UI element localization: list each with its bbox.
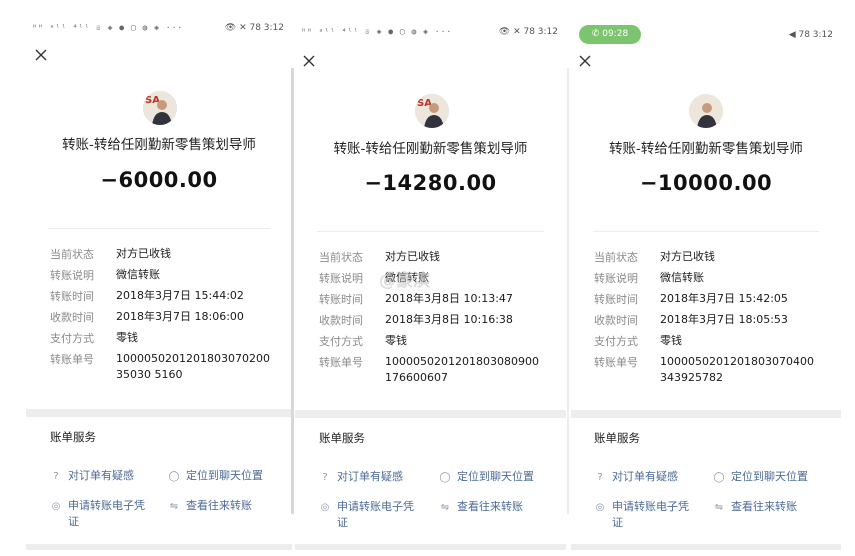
close-icon[interactable] [578,54,594,70]
view-transfers-link[interactable]: ⇋ 查看往来转账 [168,498,274,515]
screenshot-separator [291,68,294,514]
transfer-arrows-icon: ⇋ [714,502,724,513]
question-circle-icon: ? [597,472,603,483]
question-order-link[interactable]: ? 对订单有疑感 [50,468,156,485]
transfer-amount: −10000.00 [639,171,773,195]
detail-label: 支付方式 [594,335,638,348]
locate-chat-link[interactable]: ◯ 定位到聊天位置 [439,469,545,486]
detail-label: 收款时间 [594,314,638,327]
detail-value: 2018年3月7日 15:44:02 [116,289,244,302]
detail-label: 当前状态 [319,251,363,264]
detail-label: 转账说明 [594,272,638,285]
status-icons-left: ᵸᵸ ᵃˡˡ ⁴ˡˡ ☏ ◈ ● ▢ ◍ ◈ ··· [32,23,184,32]
view-transfers-link[interactable]: ⇋ 查看往来转账 [439,499,545,516]
detail-value: 零钱 [660,334,682,347]
chat-bubble-icon: ◯ [168,471,180,482]
question-circle-icon: ? [322,472,328,483]
detail-label: 转账时间 [319,293,363,306]
section-divider [295,544,566,550]
detail-value: 2018年3月7日 18:06:00 [116,310,244,323]
transfer-arrows-icon: ⇋ [169,501,179,512]
transfer-title: 转账-转给任刚勤新零售策划导师 [333,141,528,157]
chat-bubble-icon: ◯ [439,472,451,483]
detail-value: 1000050201201803070400343925782 [660,355,814,384]
call-indicator[interactable]: ✆ 09:28 [579,25,641,44]
detail-value: 零钱 [116,331,138,344]
divider [317,231,544,232]
detail-value: 2018年3月8日 10:13:47 [385,292,513,305]
detail-label: 转账单号 [594,356,638,369]
detail-label: 转账说明 [50,269,94,282]
bill-service-title: 账单服务 [50,430,96,444]
status-icons-right: 👁 ✕ 78 3:12 [498,27,558,37]
detail-value: 对方已收钱 [116,247,171,260]
detail-label: 支付方式 [50,332,94,345]
detail-label: 转账说明 [319,272,363,285]
chat-bubble-icon: ◯ [713,472,725,483]
question-circle-icon: ? [53,471,59,482]
detail-value: 100005020120180307020035030 5160 [116,352,270,381]
view-transfers-link[interactable]: ⇋ 查看往来转账 [713,499,819,516]
transfer-title: 转账-转给任刚勤新零售策划导师 [62,137,256,153]
watermark: @豪滨 [379,271,430,291]
apply-receipt-link[interactable]: ◎ 申请转账电子凭证 [50,498,150,530]
screenshot-separator [567,68,569,514]
avatar: SA [415,94,449,128]
avatar: SA [143,91,177,125]
detail-label: 转账单号 [319,356,363,369]
detail-label: 收款时间 [319,314,363,327]
locate-chat-link[interactable]: ◯ 定位到聊天位置 [713,469,819,486]
receipt-icon: ◎ [595,502,605,513]
detail-value: 微信转账 [116,268,160,281]
transfer-arrows-icon: ⇋ [440,502,450,513]
close-icon[interactable] [34,48,50,64]
detail-value: 对方已收钱 [385,250,440,263]
section-divider [571,544,841,550]
bill-service-title: 账单服务 [594,431,640,445]
divider [48,228,270,229]
call-time: 09:28 [602,29,629,39]
status-icons-right: ◀ 78 3:12 [788,30,833,40]
transfer-amount: −14280.00 [364,171,497,195]
receipt-icon: ◎ [320,502,330,513]
apply-receipt-link[interactable]: ◎ 申请转账电子凭证 [319,499,419,531]
status-bar: ᵸᵸ ᵃˡˡ ⁴ˡˡ ☏ ◈ ● ▢ ◍ ◈ ··· 👁 ✕ 78 3:12 [295,22,566,44]
detail-label: 转账时间 [50,290,94,303]
detail-value: 微信转账 [660,271,704,284]
transfer-detail-panel-1: ᵸᵸ ᵃˡˡ ⁴ˡˡ ☏ ◈ ● ▢ ◍ ◈ ··· 👁 ✕ 78 3:12 S… [26,0,292,556]
locate-chat-link[interactable]: ◯ 定位到聊天位置 [168,468,274,485]
detail-value: 零钱 [385,334,407,347]
detail-value: 对方已收钱 [660,250,715,263]
detail-label: 转账单号 [50,353,94,366]
section-divider [295,410,566,418]
section-divider [571,410,841,418]
question-order-link[interactable]: ? 对订单有疑感 [594,469,700,486]
detail-label: 支付方式 [319,335,363,348]
bill-service-title: 账单服务 [319,431,365,445]
detail-value: 2018年3月8日 10:16:38 [385,313,513,326]
transfer-amount: −6000.00 [100,168,218,192]
section-divider [26,544,292,550]
detail-label: 当前状态 [594,251,638,264]
transfer-detail-panel-3: ✆ 09:28 ◀ 78 3:12 转账-转给任刚勤新零售策划导师 −10000… [571,0,841,556]
status-icons-right: 👁 ✕ 78 3:12 [224,23,284,33]
section-divider [26,409,292,417]
status-icons-left: ᵸᵸ ᵃˡˡ ⁴ˡˡ ☏ ◈ ● ▢ ◍ ◈ ··· [301,27,453,36]
avatar [689,94,723,128]
status-bar: ᵸᵸ ᵃˡˡ ⁴ˡˡ ☏ ◈ ● ▢ ◍ ◈ ··· 👁 ✕ 78 3:12 [26,18,292,40]
apply-receipt-link[interactable]: ◎ 申请转账电子凭证 [594,499,694,531]
detail-value: 2018年3月7日 15:42:05 [660,292,788,305]
divider [593,231,819,232]
close-icon[interactable] [302,54,318,70]
transfer-title: 转账-转给任刚勤新零售策划导师 [609,141,803,157]
transfer-detail-panel-2: ᵸᵸ ᵃˡˡ ⁴ˡˡ ☏ ◈ ● ▢ ◍ ◈ ··· 👁 ✕ 78 3:12 S… [295,0,566,556]
detail-label: 转账时间 [594,293,638,306]
detail-value: 2018年3月7日 18:05:53 [660,313,788,326]
detail-label: 当前状态 [50,248,94,261]
receipt-icon: ◎ [51,501,61,512]
detail-value: 1000050201201803080900176600607 [385,355,539,384]
status-bar: ✆ 09:28 ◀ 78 3:12 [571,24,841,46]
question-order-link[interactable]: ? 对订单有疑感 [319,469,425,486]
detail-label: 收款时间 [50,311,94,324]
